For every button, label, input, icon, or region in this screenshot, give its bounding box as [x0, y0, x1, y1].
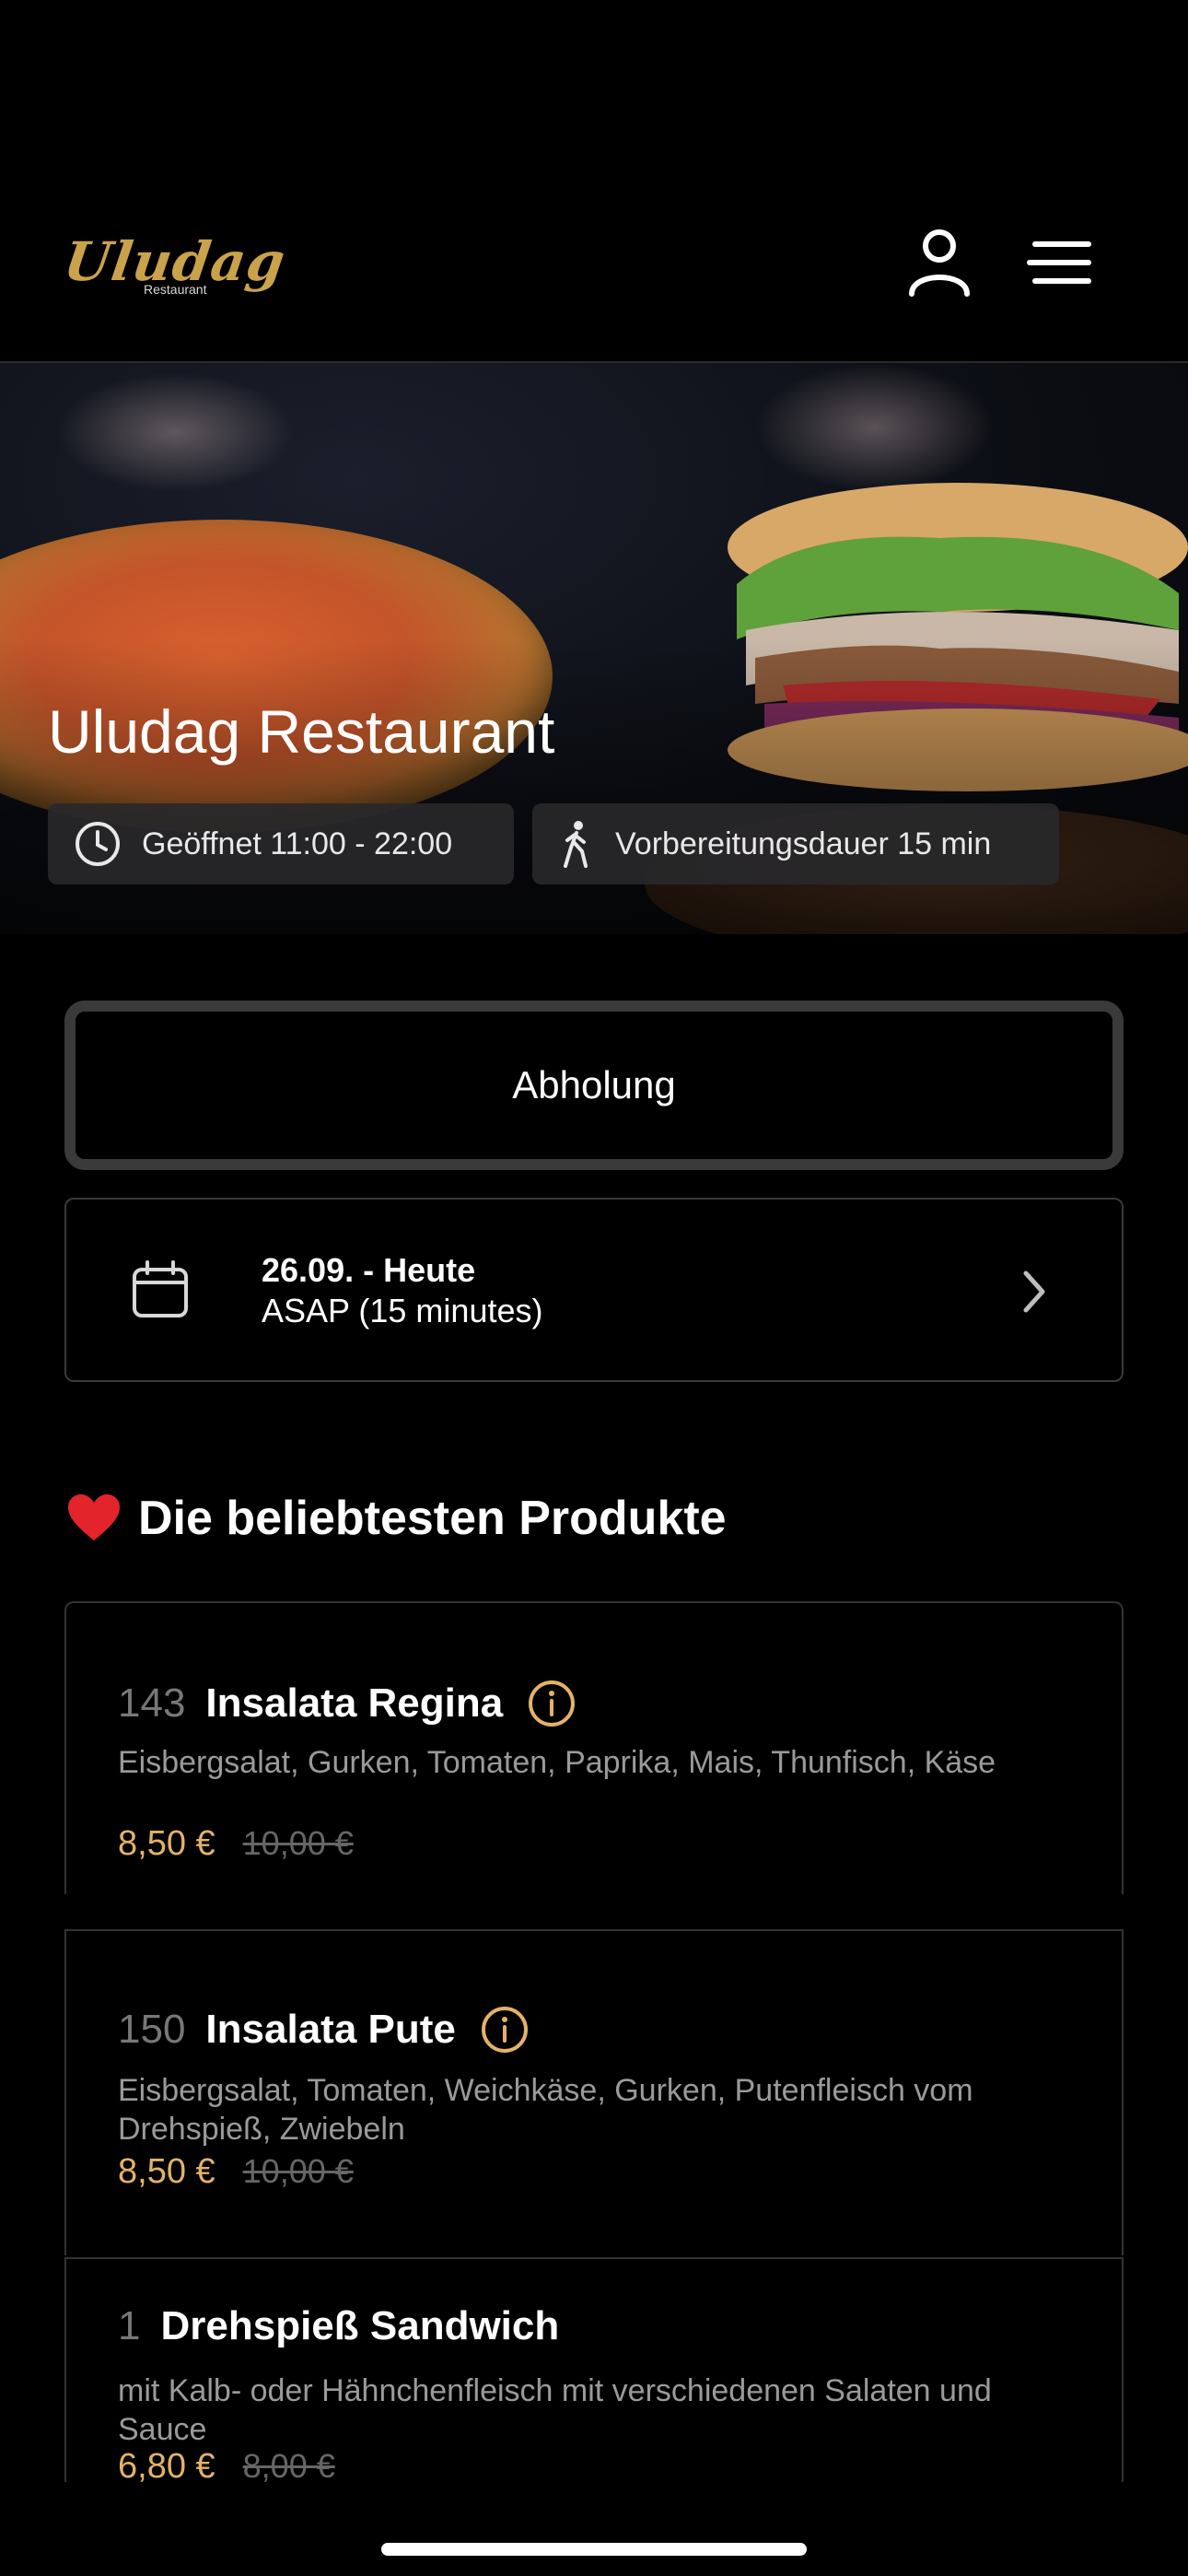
- app-header: Uludag Restaurant: [0, 0, 1188, 363]
- info-icon[interactable]: [527, 1679, 577, 1728]
- product-card[interactable]: 143 Insalata Regina Eisbergsalat, Gurken…: [64, 1601, 1124, 1894]
- steam-decoration: [755, 363, 995, 492]
- hero-banner: Uludag Restaurant Geöffnet 11:00 - 22:00…: [0, 363, 1188, 934]
- opening-hours-label: Geöffnet 11:00 - 22:00: [142, 825, 453, 861]
- product-name: Drehspieß Sandwich: [160, 2303, 560, 2348]
- product-price: 8,50 €: [118, 1824, 215, 1863]
- info-icon[interactable]: [480, 2005, 530, 2055]
- calendar-icon: [133, 1260, 188, 1317]
- product-number: 150: [118, 2007, 186, 2052]
- product-description: mit Kalb- oder Hähnchenfleisch mit versc…: [118, 2373, 992, 2447]
- hero-gradient: [0, 639, 1188, 934]
- walking-person-icon: [564, 821, 588, 868]
- product-name: Insalata Pute: [205, 2007, 456, 2052]
- hamburger-menu-icon: [1027, 241, 1091, 284]
- product-name: Insalata Regina: [205, 1680, 504, 1726]
- product-number: 1: [118, 2303, 141, 2348]
- opening-hours-chip: Geöffnet 11:00 - 22:00: [48, 803, 514, 884]
- logo-subtitle: Restaurant: [144, 282, 207, 297]
- product-old-price: 8,00 €: [242, 2447, 335, 2485]
- logo[interactable]: Uludag Restaurant: [60, 230, 289, 304]
- restaurant-name: Uludag Restaurant: [48, 697, 555, 766]
- clock-icon: [76, 822, 120, 866]
- product-price: 6,80 €: [118, 2447, 215, 2486]
- product-description: Eisbergsalat, Gurken, Tomaten, Paprika, …: [118, 1745, 996, 1780]
- pickup-time: ASAP (15 minutes): [262, 1292, 543, 1329]
- product-old-price: 10,00 €: [242, 2152, 354, 2190]
- pickup-mode-button[interactable]: Abholung: [64, 1001, 1124, 1170]
- user-account-button[interactable]: [903, 226, 976, 299]
- pickup-date: 26.09. - Heute: [262, 1251, 476, 1289]
- pickup-time-selector[interactable]: 26.09. - Heute ASAP (15 minutes): [64, 1198, 1124, 1382]
- prep-time-chip: Vorbereitungsdauer 15 min: [532, 803, 1059, 884]
- product-description: Eisbergsalat, Tomaten, Weichkäse, Gurken…: [118, 2073, 973, 2147]
- popular-products-heading: Die beliebtesten Produkte: [66, 1491, 727, 1546]
- heart-icon: [68, 1494, 120, 1540]
- product-card[interactable]: 150 Insalata Pute Eisbergsalat, Tomaten,…: [64, 1929, 1124, 2255]
- product-card[interactable]: 1 Drehspieß Sandwich mit Kalb- oder Hähn…: [64, 2257, 1124, 2486]
- product-price: 8,50 €: [118, 2152, 215, 2191]
- popular-products-title: Die beliebtesten Produkte: [138, 1492, 727, 1545]
- pickup-mode-label: Abholung: [512, 1063, 676, 1107]
- product-number: 143: [118, 1680, 186, 1726]
- home-indicator[interactable]: [381, 2543, 807, 2556]
- prep-time-label: Vorbereitungsdauer 15 min: [615, 825, 992, 861]
- user-icon: [909, 229, 970, 297]
- product-old-price: 10,00 €: [242, 1824, 354, 1862]
- menu-button[interactable]: [1022, 235, 1096, 290]
- steam-decoration: [55, 372, 295, 492]
- chevron-right-icon: [1023, 1270, 1045, 1313]
